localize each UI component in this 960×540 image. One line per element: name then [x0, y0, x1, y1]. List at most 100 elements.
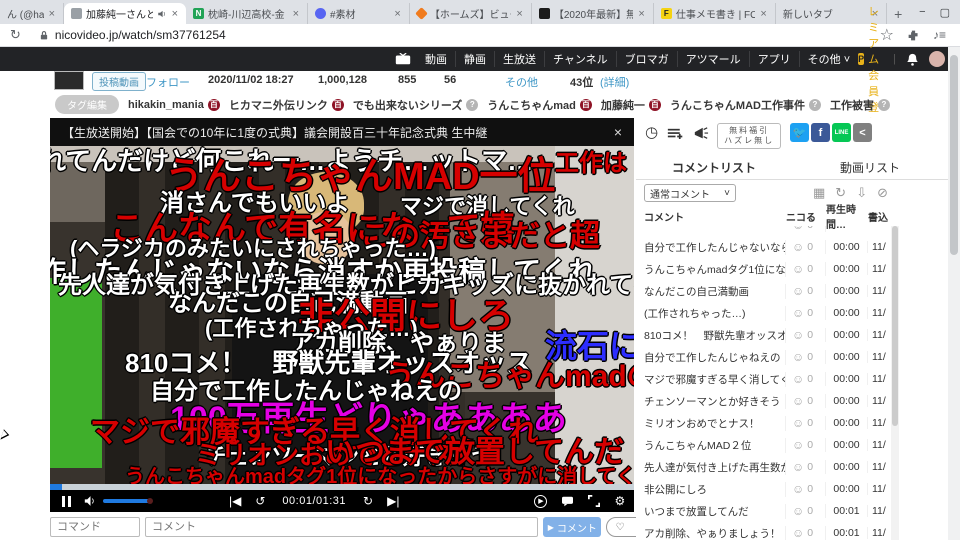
tab-close-icon[interactable]: × — [48, 8, 56, 20]
volume-icon[interactable] — [84, 495, 97, 507]
tab-2020[interactable]: 【2020年最新】無料 × — [532, 3, 654, 24]
nicoru-cell[interactable]: ☺0 — [786, 284, 826, 298]
forward-10s-icon[interactable]: ↻ — [363, 495, 373, 507]
tag-item[interactable]: hikakin_mania 百 — [128, 98, 220, 111]
nicoru-cell[interactable]: ☺0 — [786, 306, 826, 320]
tag-item[interactable]: うんこちゃんMAD工作事件? — [670, 97, 821, 113]
nicopedia-question-icon[interactable]: ? — [466, 98, 479, 111]
reload-icon[interactable]: ↻ — [10, 27, 21, 43]
nicoru-smiley-icon[interactable]: ☺ — [792, 394, 804, 408]
comment-row[interactable]: いつまで放置してんだ ☺ 0 00:01 11/ — [636, 500, 891, 522]
tab-audio-icon[interactable] — [157, 9, 167, 19]
comment-list[interactable]: ☺0自分で工作したんじゃないなら消す…☺000:0011/うんこちゃんmadタグ… — [636, 226, 891, 540]
nav-item[interactable]: ブロマガ — [617, 51, 678, 67]
nav-item[interactable]: 生放送 — [495, 51, 545, 67]
playlist-add-icon[interactable] — [667, 126, 684, 141]
nicoru-smiley-icon[interactable]: ☺ — [792, 460, 804, 474]
tab-close-icon[interactable]: × — [637, 8, 645, 20]
nicoru-cell[interactable]: ☺0 — [786, 226, 826, 232]
calendar-icon[interactable]: ▦ — [813, 185, 825, 201]
comment-toggle-icon[interactable] — [561, 496, 574, 507]
url-field[interactable]: nicovideo.jp/watch/sm37761254 — [28, 26, 236, 44]
nicoru-smiley-icon[interactable]: ☺ — [792, 416, 804, 430]
lottery-tooltip[interactable]: 無料福引 ハズレ無し — [717, 123, 782, 149]
follow-link[interactable]: フォロー — [146, 74, 190, 90]
tab-fon[interactable]: F 仕事メモ書き | FON × — [654, 3, 776, 24]
extensions-puzzle-icon[interactable] — [907, 29, 920, 42]
nicopedia-badge-icon[interactable]: 百 — [207, 98, 220, 111]
nicoru-smiley-icon[interactable]: ☺ — [792, 350, 804, 364]
comment-row[interactable]: 810コメ！ 野獣先輩オッスオッス☺000:00 11/ — [636, 324, 891, 346]
comment-mute-icon[interactable]: ⊘ — [877, 185, 888, 201]
minimize-button[interactable]: − — [919, 6, 925, 19]
pause-button[interactable] — [62, 495, 72, 507]
command-input[interactable] — [50, 517, 140, 537]
nav-item[interactable]: 静画 — [456, 51, 495, 67]
nicoru-cell[interactable]: ☺0 — [786, 328, 826, 342]
tag-item[interactable]: 工作被害? — [830, 97, 890, 113]
comment-list-scrollbar[interactable] — [891, 226, 899, 540]
tab-close-icon[interactable]: × — [292, 8, 300, 20]
page-scrollthumb[interactable] — [950, 55, 958, 255]
comment-row[interactable]: 非公開にしろ ☺ 0 00:00 11/ — [636, 478, 891, 500]
comment-row[interactable]: なんだこの自己満動画 ☺ 0 00:00 11/ — [636, 280, 891, 302]
history-clock-icon[interactable]: ◷ — [645, 123, 658, 143]
video-player[interactable]: 【生放送開始】【国会での10年に1度の式典】議会開設百三十年記念式典 生中継 ×… — [50, 118, 634, 512]
nicopedia-badge-icon[interactable]: 百 — [648, 98, 661, 111]
nicopedia-badge-icon[interactable]: 百 — [331, 98, 344, 111]
comment-list-scrollthumb[interactable] — [892, 226, 898, 426]
nicoru-smiley-icon[interactable]: ☺ — [792, 328, 804, 342]
tab-video-list[interactable]: 動画リスト — [792, 156, 948, 179]
rank-detail-link[interactable]: (詳細) — [600, 74, 629, 90]
col-written[interactable]: 書込 — [868, 209, 890, 224]
share-button[interactable]: < — [853, 123, 872, 142]
tab-comment-list[interactable]: コメントリスト — [636, 156, 792, 179]
new-tab-button[interactable]: + — [887, 3, 909, 24]
nicoru-cell[interactable]: ☺0 — [786, 438, 826, 452]
resize-icon[interactable] — [588, 495, 601, 507]
nicoru-cell[interactable]: ☺0 — [786, 262, 826, 276]
nicoru-smiley-icon[interactable]: ☺ — [792, 438, 804, 452]
nicoru-cell[interactable]: ☺0 — [786, 350, 826, 364]
tab-close-icon[interactable]: × — [759, 8, 767, 20]
nicoru-smiley-icon[interactable]: ☺ — [792, 240, 804, 254]
settings-gear-icon[interactable]: ⚙ — [614, 495, 625, 507]
comment-submit-button[interactable]: ▶ コメント — [543, 517, 602, 537]
comment-row[interactable]: ミリオンおめでとナス！ ☺ 0 00:00 11/ — [636, 412, 891, 434]
download-icon[interactable]: ⇩ — [856, 185, 867, 201]
tab-close-icon[interactable]: × — [171, 8, 179, 20]
volume-slider[interactable] — [103, 498, 153, 504]
twitter-share-button[interactable]: 🐦 — [790, 123, 809, 142]
nicopedia-question-icon[interactable]: ? — [877, 98, 890, 111]
repeat-icon[interactable]: ▶ — [534, 494, 548, 508]
nav-item[interactable]: アプリ — [750, 51, 800, 67]
nicoru-smiley-icon[interactable]: ☺ — [792, 262, 804, 276]
comment-input[interactable] — [145, 517, 539, 537]
comment-row[interactable]: アカ削除、やぁりましょう！ ☺ 0 00:01 11/ — [636, 522, 891, 540]
comment-row[interactable]: (工作されちゃった…) ☺ 0 00:00 11/ — [636, 302, 891, 324]
media-control-icon[interactable]: ♪≡ — [933, 28, 946, 42]
tag-item[interactable]: うんこちゃんmad 百 — [487, 97, 592, 113]
niconico-tv-icon[interactable] — [395, 52, 411, 66]
other-link[interactable]: その他 — [505, 74, 538, 90]
nicoru-cell[interactable]: ☺0 — [786, 482, 826, 496]
comment-row[interactable]: 自分で工作したんじゃないなら消す…☺000:00 11/ — [636, 236, 891, 258]
tag-item[interactable]: 加藤純一百 — [601, 97, 661, 113]
nav-item[interactable]: 動画 — [417, 51, 456, 67]
nicoru-smiley-icon[interactable]: ☺ — [792, 482, 804, 496]
uploaded-videos-button[interactable]: 投稿動画 — [92, 72, 146, 91]
nicoru-cell[interactable]: ☺0 — [786, 526, 826, 540]
comment-row[interactable]: 自分で工作したんじゃねえの ☺ 0 00:00 11/ — [636, 346, 891, 368]
skip-start-icon[interactable]: |◀ — [229, 495, 241, 507]
comment-type-select[interactable]: 通常コメント ˅ — [644, 184, 736, 202]
comment-row[interactable]: ☺0 — [636, 226, 891, 236]
megaphone-icon[interactable] — [693, 126, 709, 141]
comment-row[interactable]: チェンソーマンとか好きそう ☺ 0 00:00 11/ — [636, 390, 891, 412]
tab-homes[interactable]: 【ホームズ】ビューラッ × — [410, 3, 532, 24]
facebook-share-button[interactable]: f — [811, 123, 830, 142]
notification-bell-icon[interactable] — [906, 53, 919, 66]
nav-item[interactable]: その他 ˅ — [800, 51, 858, 67]
user-avatar[interactable] — [929, 51, 946, 67]
nav-item[interactable]: アツマール — [678, 51, 750, 67]
line-share-button[interactable]: LINE — [832, 123, 851, 142]
